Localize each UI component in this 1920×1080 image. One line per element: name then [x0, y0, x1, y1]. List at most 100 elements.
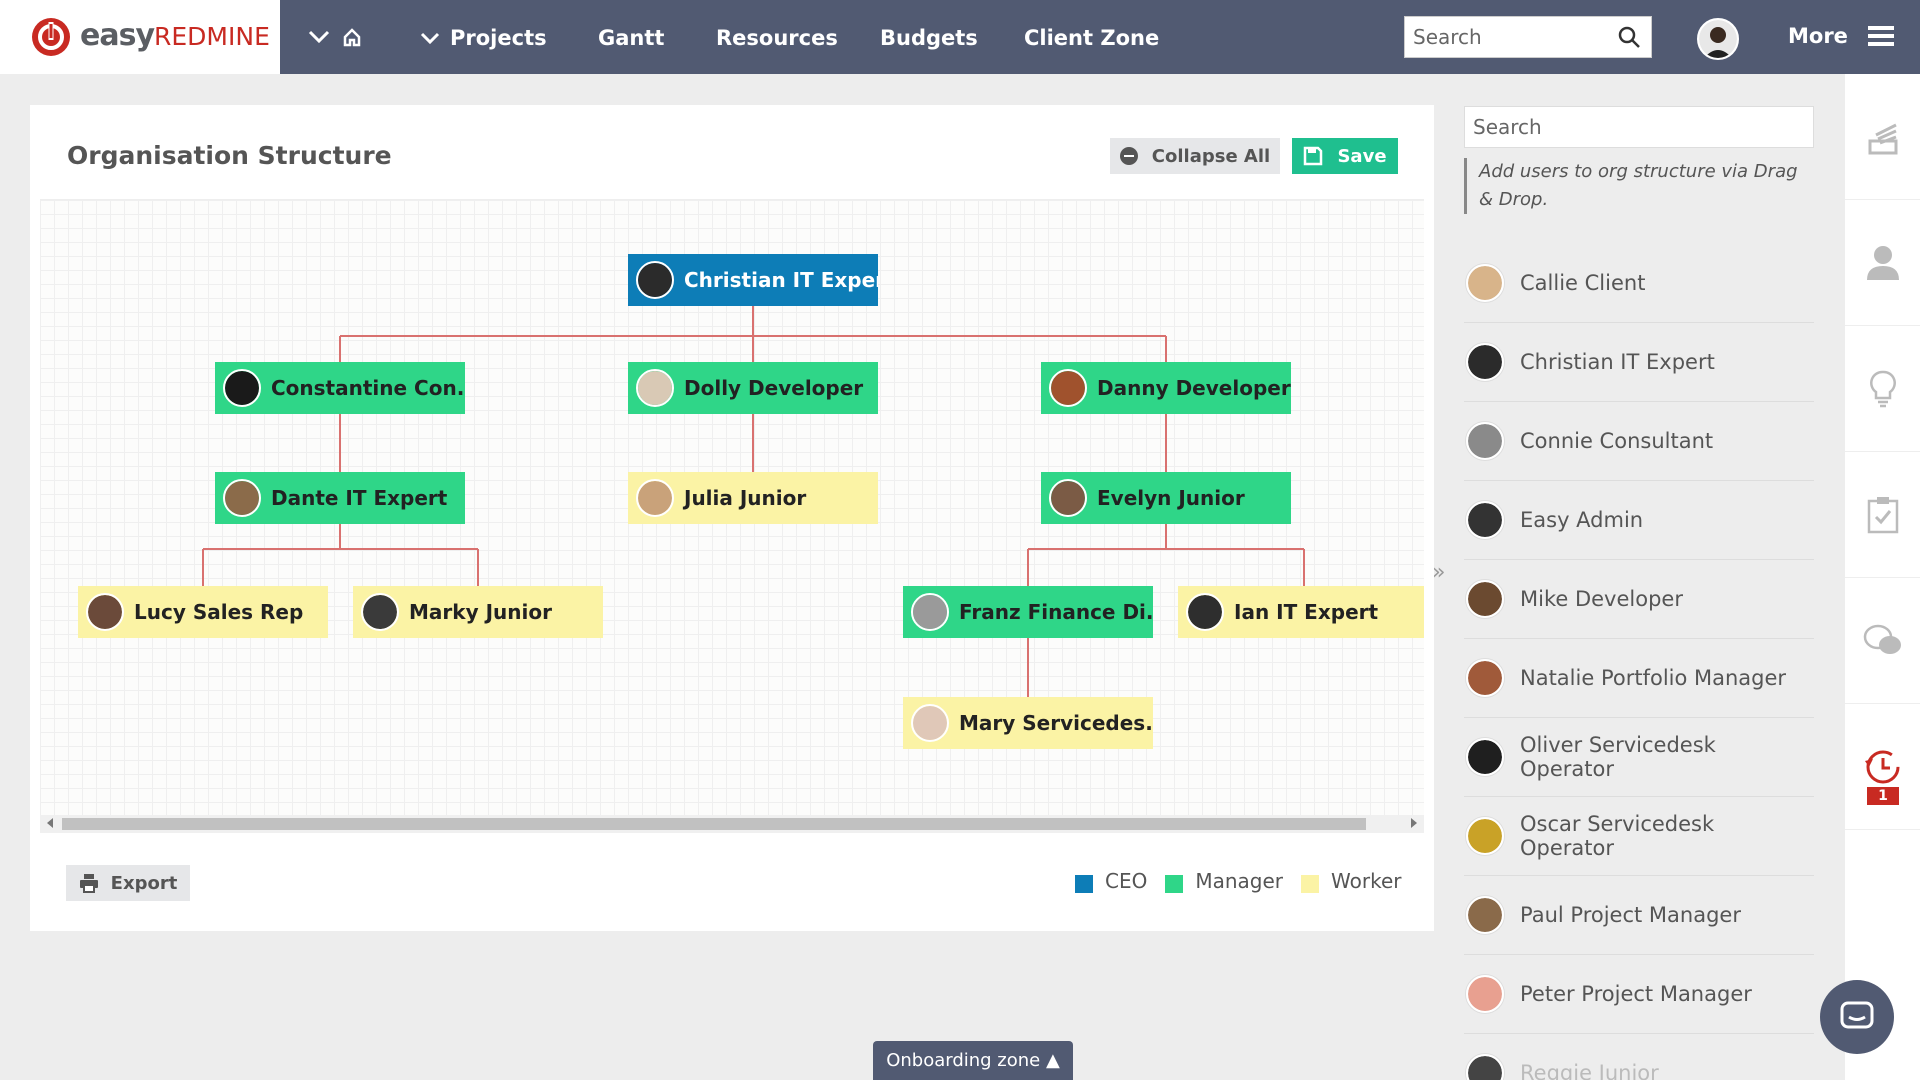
collapse-sidebar-icon[interactable]: »	[1432, 560, 1445, 585]
avatar-fill	[913, 706, 947, 740]
org-node-manager[interactable]: Danny Developer	[1041, 362, 1291, 414]
rail-history[interactable]: 1	[1845, 704, 1920, 830]
rail-ideas[interactable]	[1845, 326, 1920, 452]
save-button[interactable]: Save	[1292, 138, 1398, 174]
page-title: Organisation Structure	[67, 141, 392, 170]
avatar	[1466, 896, 1504, 934]
list-item[interactable]: Paul Project Manager	[1464, 876, 1814, 955]
org-node-name: Mary Servicedes...	[959, 711, 1153, 735]
list-item[interactable]: Callie Client	[1464, 244, 1814, 323]
avatar	[1466, 422, 1504, 460]
list-item[interactable]: Easy Admin	[1464, 481, 1814, 560]
collapse-all-label: Collapse All	[1151, 145, 1271, 167]
avatar	[1466, 264, 1504, 302]
legend-label-worker: Worker	[1331, 869, 1402, 893]
avatar-fill	[1468, 977, 1502, 1011]
org-node-manager[interactable]: Constantine Con...	[215, 362, 465, 414]
list-item[interactable]: Reggie Junior	[1464, 1034, 1814, 1080]
list-item[interactable]: Oscar Servicedesk Operator	[1464, 797, 1814, 876]
collapse-all-button[interactable]: Collapse All	[1110, 138, 1280, 174]
history-count-badge: 1	[1867, 787, 1899, 805]
avatar	[1186, 593, 1224, 631]
legend-label-ceo: CEO	[1105, 869, 1148, 893]
nav-client-zone-label: Client Zone	[1024, 26, 1160, 50]
global-search-input[interactable]	[1405, 17, 1605, 57]
avatar	[1466, 501, 1504, 539]
nav-resources[interactable]: Resources	[716, 24, 838, 52]
rail-chat[interactable]	[1845, 578, 1920, 704]
user-avatar[interactable]	[1697, 18, 1739, 60]
legend-swatch-manager	[1165, 875, 1184, 893]
nav-projects[interactable]: Projects	[420, 24, 547, 52]
avatar-fill	[638, 263, 672, 297]
printer-icon	[79, 874, 98, 893]
org-node-ceo[interactable]: Christian IT Expert	[628, 254, 878, 306]
org-chart-canvas[interactable]: Christian IT Expert Constantine Con... D…	[40, 199, 1424, 819]
export-button[interactable]: Export	[66, 865, 190, 901]
org-node-name: Lucy Sales Rep	[134, 600, 304, 624]
org-node-worker[interactable]: Marky Junior	[353, 586, 603, 638]
org-node-manager[interactable]: Evelyn Junior	[1041, 472, 1291, 524]
org-node-worker[interactable]: Mary Servicedes...	[903, 697, 1153, 749]
user-name: Oscar Servicedesk Operator	[1520, 812, 1715, 860]
list-item[interactable]: Christian IT Expert	[1464, 323, 1814, 402]
list-item[interactable]: Mike Developer	[1464, 560, 1814, 639]
avatar	[86, 593, 124, 631]
avatar-fill	[1468, 819, 1502, 853]
rail-user[interactable]	[1845, 200, 1920, 326]
rail-activity[interactable]	[1845, 74, 1920, 200]
org-node-worker[interactable]: Julia Junior	[628, 472, 878, 524]
rail-tasks[interactable]	[1845, 452, 1920, 578]
org-node-worker[interactable]: Ian IT Expert	[1178, 586, 1424, 638]
logo[interactable]: easyREDMINE	[0, 0, 280, 74]
avatar	[1466, 659, 1504, 697]
nav-client-zone[interactable]: Client Zone	[1024, 24, 1159, 52]
avatar-fill	[225, 371, 259, 405]
org-node-name: Christian IT Expert	[684, 268, 878, 292]
scrollbar-thumb[interactable]	[62, 818, 1366, 830]
more-label: More	[1788, 24, 1848, 48]
user-name: Mike Developer	[1520, 587, 1683, 611]
avatar	[1466, 580, 1504, 618]
list-item[interactable]: Peter Project Manager	[1464, 955, 1814, 1034]
avatar-fill	[1468, 898, 1502, 932]
onboarding-zone-toggle[interactable]: Onboarding zone ▲	[873, 1041, 1073, 1080]
avatar	[223, 479, 261, 517]
legend-swatch-worker	[1301, 875, 1320, 893]
user-name: Reggie Junior	[1520, 1061, 1659, 1080]
org-node-manager[interactable]: Dante IT Expert	[215, 472, 465, 524]
list-item[interactable]: Connie Consultant	[1464, 402, 1814, 481]
minus-circle-icon	[1119, 147, 1138, 165]
nav-budgets[interactable]: Budgets	[880, 24, 978, 52]
chevron-down-icon	[420, 32, 440, 44]
user-search-input[interactable]	[1465, 107, 1805, 147]
scroll-right-icon[interactable]	[1411, 818, 1417, 828]
org-structure-panel: Organisation Structure Collapse All Save	[30, 105, 1434, 931]
org-node-name: Franz Finance Di...	[959, 600, 1153, 624]
org-node-manager[interactable]: Franz Finance Di...	[903, 586, 1153, 638]
home-icon[interactable]	[342, 24, 362, 50]
more-menu[interactable]: More	[1788, 24, 1894, 48]
logo-icon	[32, 18, 70, 56]
org-node-worker[interactable]: Lucy Sales Rep	[78, 586, 328, 638]
avatar-fill	[1051, 481, 1085, 515]
user-name: Peter Project Manager	[1520, 982, 1752, 1006]
search-icon[interactable]	[1617, 25, 1641, 49]
avatar-fill	[1468, 266, 1502, 300]
avatar	[1466, 343, 1504, 381]
nav-gantt[interactable]: Gantt	[598, 24, 664, 52]
list-item[interactable]: Natalie Portfolio Manager	[1464, 639, 1814, 718]
avatar	[911, 704, 949, 742]
scroll-left-icon[interactable]	[47, 818, 53, 828]
avatar	[1466, 975, 1504, 1013]
org-node-manager[interactable]: Dolly Developer	[628, 362, 878, 414]
live-chat-button[interactable]	[1820, 980, 1894, 1054]
avatar	[1049, 479, 1087, 517]
legend-swatch-ceo	[1075, 875, 1093, 893]
menu-chevron-down-icon[interactable]	[308, 24, 330, 50]
horizontal-scrollbar[interactable]	[40, 815, 1424, 833]
avatar	[911, 593, 949, 631]
chat-icon	[1840, 1001, 1874, 1029]
list-item[interactable]: Oliver Servicedesk Operator	[1464, 718, 1814, 797]
org-node-name: Dolly Developer	[684, 376, 864, 400]
